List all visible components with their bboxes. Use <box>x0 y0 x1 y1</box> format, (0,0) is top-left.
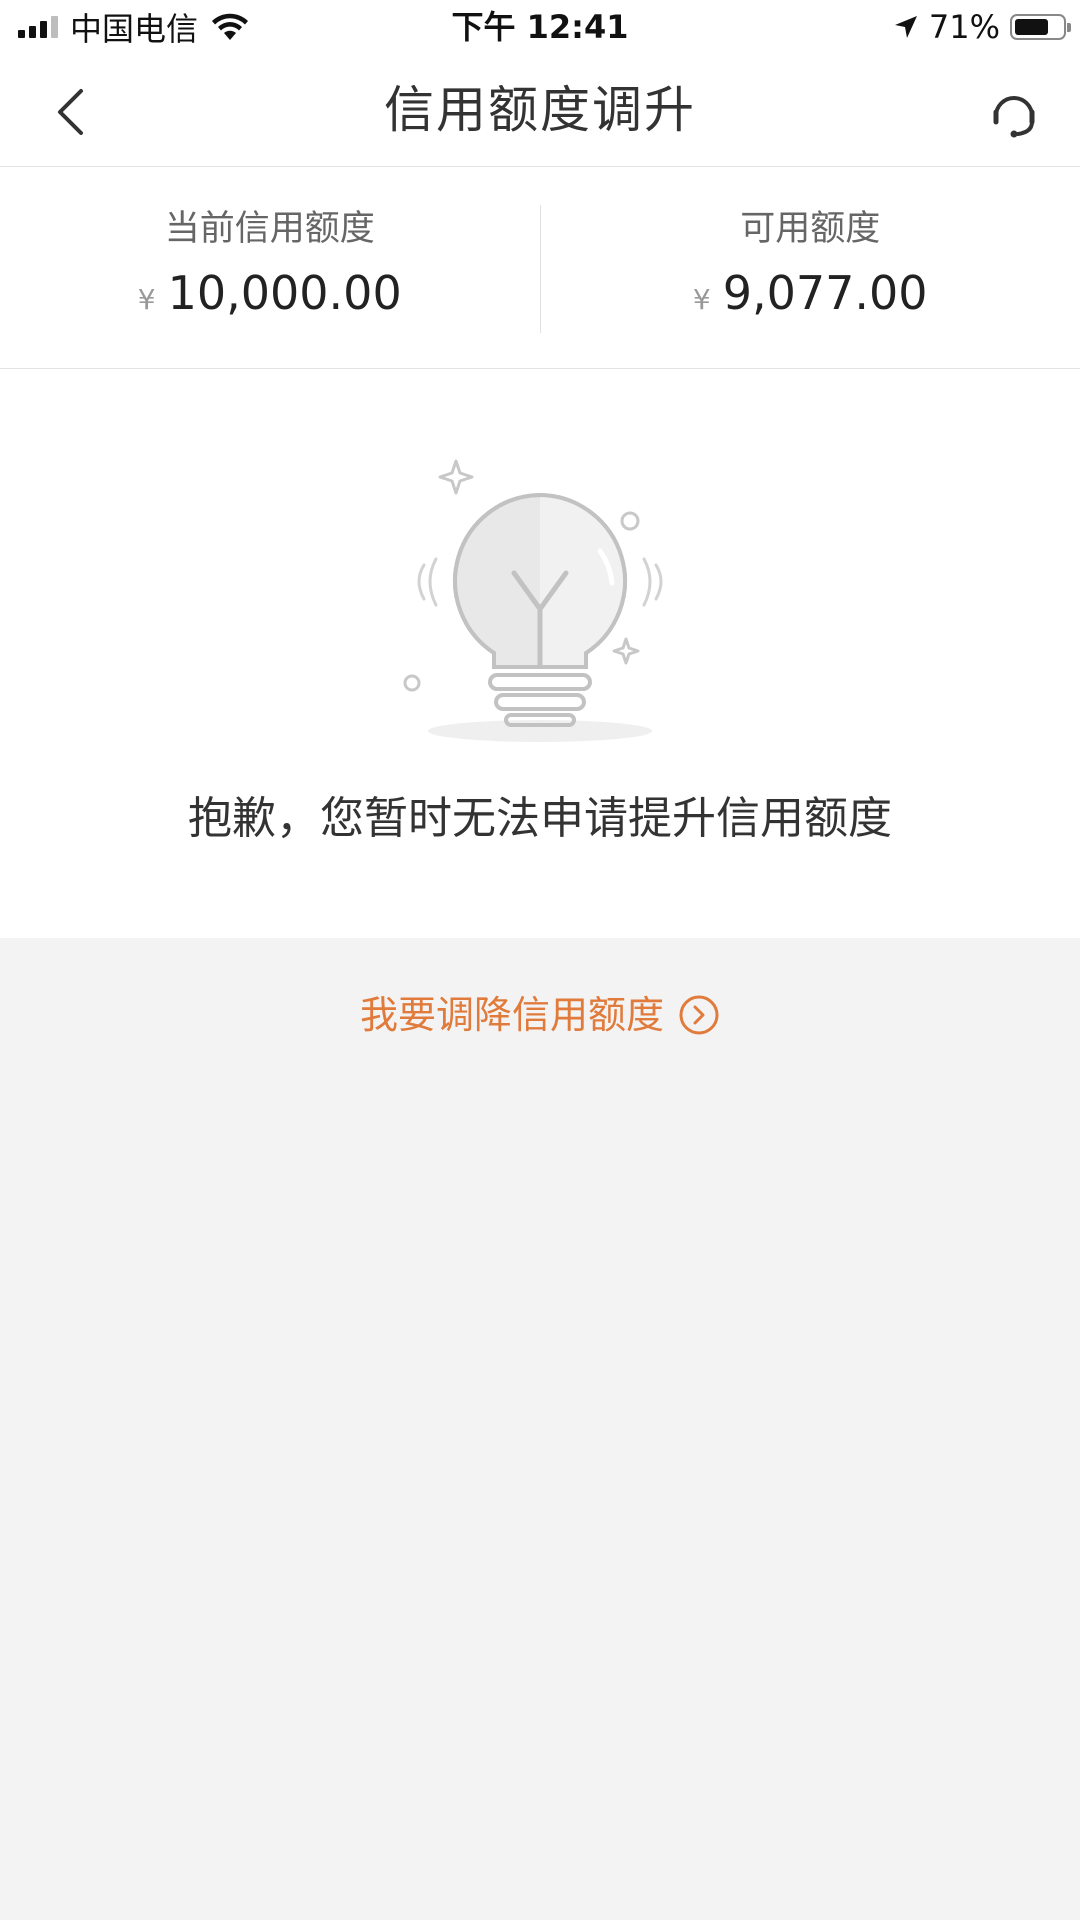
lightbulb-icon <box>403 459 663 742</box>
message-panel: 抱歉，您暂时无法申请提升信用额度 <box>0 369 1080 938</box>
page-title: 信用额度调升 <box>384 81 696 139</box>
current-limit: 当前信用额度 ¥10,000.00 <box>0 167 540 368</box>
nav-bar: 信用额度调升 <box>0 54 1080 167</box>
available-limit-value: ¥9,077.00 <box>541 265 1080 332</box>
currency-symbol: ¥ <box>137 283 156 316</box>
current-limit-label: 当前信用额度 <box>164 209 375 249</box>
headset-icon <box>993 96 1035 138</box>
battery-percent: 71% <box>928 8 1000 46</box>
status-right: 71% <box>893 6 1071 48</box>
status-bar: 中国电信 下午 12:41 71% <box>0 0 1080 54</box>
battery-level <box>1015 19 1048 35</box>
available-limit-label: 可用额度 <box>740 209 881 249</box>
unavailable-message: 抱歉，您暂时无法申请提升信用额度 <box>188 793 892 844</box>
available-limit-amount: 9,077.00 <box>722 266 928 320</box>
reduce-limit-link[interactable]: 我要调降信用额度 <box>0 990 1080 1040</box>
screen: 中国电信 下午 12:41 71% 信用额度调升 当前信用额度 ¥ 10,000… <box>0 0 1080 1920</box>
battery-icon <box>1010 14 1071 40</box>
credit-limits-panel: 当前信用额度 ¥10,000.00 可用额度 ¥9,077.00 <box>0 167 1080 369</box>
currency-symbol: ¥ <box>692 283 711 316</box>
arrow-circle-right-icon <box>679 995 719 1035</box>
customer-service-button[interactable] <box>984 84 1044 144</box>
reduce-limit-label: 我要调降信用额度 <box>359 993 664 1037</box>
current-limit-value: ¥10,000.00 <box>0 265 540 332</box>
location-arrow-icon <box>894 16 917 38</box>
available-limit: 可用额度 ¥9,077.00 <box>541 167 1080 368</box>
current-limit-amount: 10,000.00 <box>167 266 402 320</box>
